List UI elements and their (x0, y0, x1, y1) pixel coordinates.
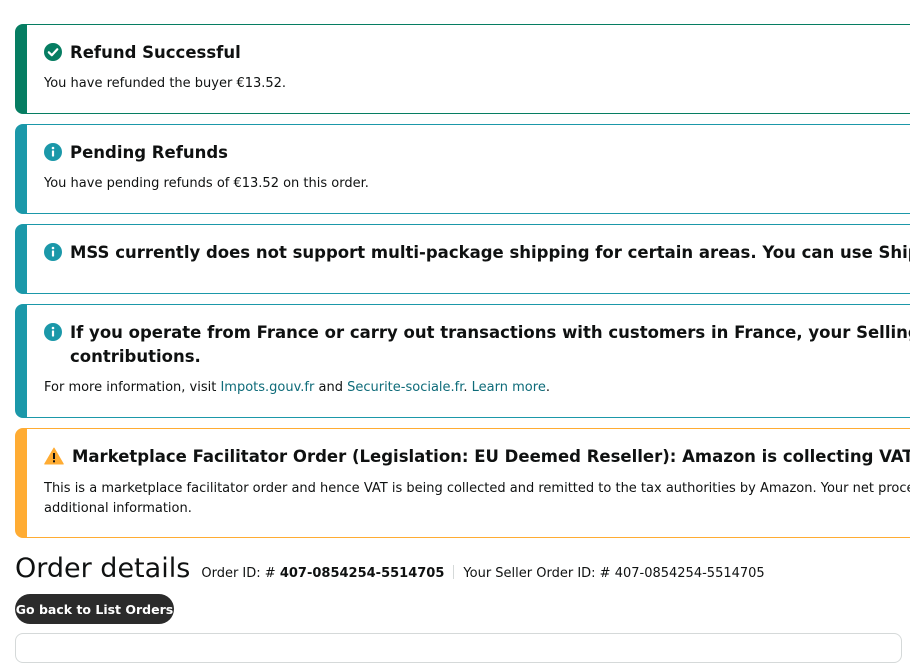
seller-order-id-value: 407-0854254-5514705 (614, 566, 765, 581)
alert-title-row: Marketplace Facilitator Order (Legislati… (44, 445, 910, 472)
seller-order-id: Your Seller Order ID: # 407-0854254-5514… (463, 566, 764, 581)
info-circle-icon (44, 243, 62, 268)
alert-title: MSS currently does not support multi-pac… (70, 243, 910, 262)
alert-title: Refund Successful (70, 43, 241, 62)
learn-more-link[interactable]: Learn more (472, 380, 546, 395)
marketplace-facilitator-alert: Marketplace Facilitator Order (Legislati… (15, 428, 910, 538)
order-id-value: 407-0854254-5514705 (279, 566, 445, 581)
alert-title: Pending Refunds (70, 143, 228, 162)
message-text: For more information, visit (44, 380, 221, 395)
info-circle-icon (44, 323, 62, 348)
alert-title-row: Refund Successful (44, 41, 241, 68)
info-circle-icon (44, 143, 62, 168)
impots-link[interactable]: Impots.gouv.fr (220, 380, 314, 395)
page-title: Order details (15, 553, 191, 584)
alert-message: This is a marketplace facilitator order … (44, 481, 910, 496)
order-id: Order ID: # 407-0854254-5514705 (201, 566, 444, 581)
alert-message: For more information, visit Impots.gouv.… (44, 378, 550, 398)
alert-message: You have refunded the buyer €13.52. (44, 76, 287, 91)
alert-title-row: Pending Refunds (44, 141, 228, 168)
alert-title-row: MSS currently does not support multi-pac… (44, 241, 910, 268)
alert-title: Marketplace Facilitator Order (Legislati… (72, 447, 910, 466)
refund-success-alert: Refund Successful You have refunded the … (15, 24, 910, 114)
order-id-label: Order ID: # (201, 566, 280, 581)
seller-order-id-label: Your Seller Order ID: # (463, 566, 615, 581)
back-to-list-orders-button[interactable]: Go back to List Orders (15, 594, 174, 624)
alert-message: You have pending refunds of €13.52 on th… (44, 176, 369, 191)
alert-title: If you operate from France or carry out … (70, 323, 910, 342)
message-text: . (545, 380, 550, 395)
alert-title-row: If you operate from France or carry out … (44, 321, 910, 348)
warning-triangle-icon (44, 447, 64, 472)
securite-sociale-link[interactable]: Securite-sociale.fr (347, 380, 463, 395)
order-details-header: Order details Order ID: # 407-0854254-55… (15, 553, 765, 593)
france-tax-alert: If you operate from France or carry out … (15, 304, 910, 418)
order-summary-card (15, 633, 902, 663)
alert-title-continued: contributions. (70, 347, 201, 366)
mss-shipping-alert: MSS currently does not support multi-pac… (15, 224, 910, 294)
message-text: and (314, 380, 348, 395)
message-text: . (463, 380, 472, 395)
divider (453, 565, 455, 579)
check-circle-icon (44, 43, 62, 68)
alert-message-continued: additional information. (44, 501, 192, 516)
pending-refunds-alert: Pending Refunds You have pending refunds… (15, 124, 910, 214)
